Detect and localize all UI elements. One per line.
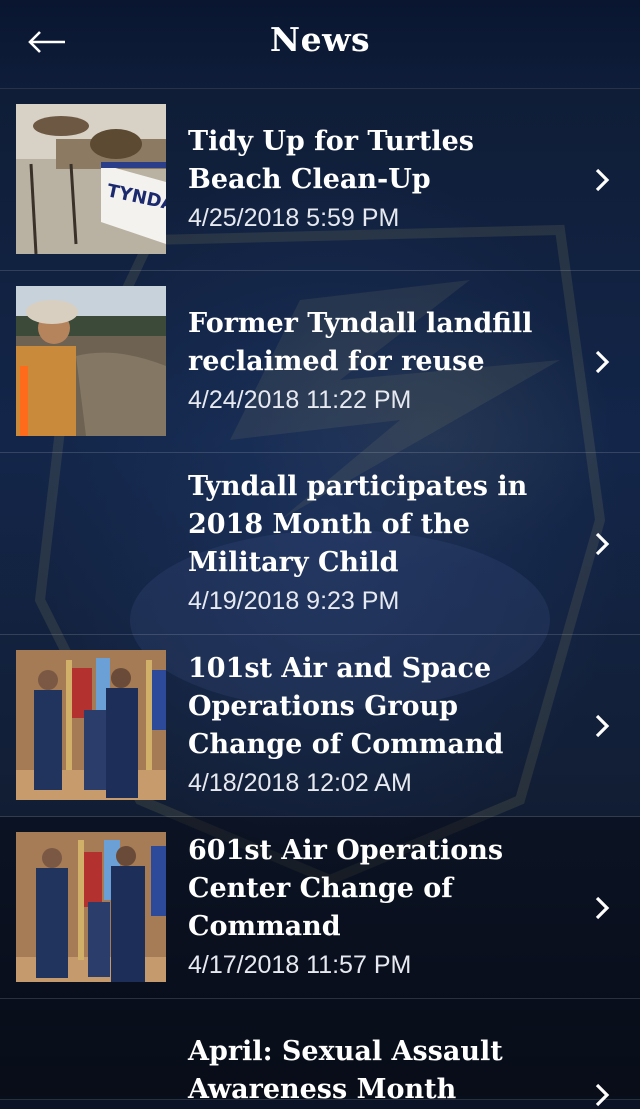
news-item[interactable]: Tyndall participates in 2018 Month of th… <box>0 453 640 635</box>
chevron-right-icon <box>595 532 610 555</box>
news-date: 4/19/2018 9:23 PM <box>188 586 400 615</box>
news-thumbnail: TYNDAL <box>16 104 166 254</box>
news-title: Tyndall participates in 2018 Month of th… <box>188 470 528 578</box>
news-thumbnail <box>16 286 166 436</box>
news-date: 4/25/2018 5:59 PM <box>188 203 400 232</box>
page-title: News <box>269 20 371 59</box>
chevron-right-icon <box>595 168 610 191</box>
news-date: 4/18/2018 12:02 AM <box>188 768 412 797</box>
news-list: TYNDAL Tidy Up for Turtles Beach Clean-U… <box>0 89 640 1107</box>
news-item[interactable]: TYNDAL Tidy Up for Turtles Beach Clean-U… <box>0 89 640 271</box>
news-item[interactable]: 101st Air and Space Operations Group Cha… <box>0 635 640 817</box>
chevron-right-icon <box>595 714 610 737</box>
news-thumbnail <box>16 832 166 982</box>
news-title: Tidy Up for Turtles Beach Clean-Up <box>188 125 474 195</box>
news-thumbnail <box>16 650 166 800</box>
news-title: 101st Air and Space Operations Group Cha… <box>188 652 504 760</box>
news-date: 4/17/2018 11:57 PM <box>188 950 412 979</box>
news-item[interactable]: April: Sexual Assault Awareness Month <box>0 999 640 1107</box>
news-item[interactable]: 601st Air Operations Center Change of Co… <box>0 817 640 999</box>
news-title: April: Sexual Assault Awareness Month <box>188 1036 503 1105</box>
news-title: 601st Air Operations Center Change of Co… <box>188 834 504 942</box>
chevron-right-icon <box>595 1083 610 1107</box>
chevron-right-icon <box>595 350 610 373</box>
app-header: News <box>0 0 640 89</box>
news-date: 4/24/2018 11:22 PM <box>188 385 412 414</box>
chevron-right-icon <box>595 896 610 919</box>
news-item[interactable]: Former Tyndall landfill reclaimed for re… <box>0 271 640 453</box>
news-title: Former Tyndall landfill reclaimed for re… <box>188 307 533 377</box>
